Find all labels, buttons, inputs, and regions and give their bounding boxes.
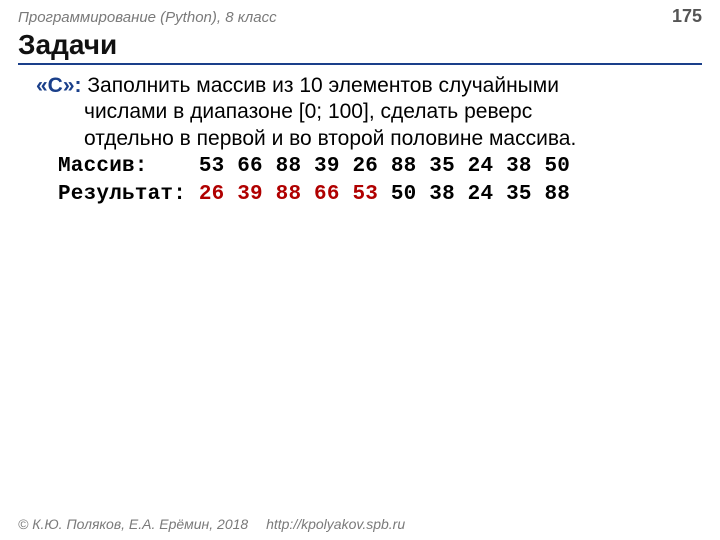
array-row: Массив: 53 66 88 39 26 88 35 24 38 50 [36, 154, 684, 180]
task-label: «C»: [36, 74, 82, 97]
task-line-2: числами в диапазоне [0; 100], сделать ре… [36, 99, 684, 125]
title-underline: Задачи [18, 29, 702, 65]
task-line-1: Заполнить массив из 10 элементов случайн… [82, 74, 559, 97]
task-line-3: отдельно в первой и во второй половине м… [36, 126, 684, 152]
page-number: 175 [672, 6, 702, 27]
array-values: 53 66 88 39 26 88 35 24 38 50 [199, 155, 570, 178]
page-title: Задачи [18, 29, 702, 61]
copyright: © К.Ю. Поляков, Е.А. Ерёмин, 2018 [18, 516, 248, 532]
content-area: «C»: Заполнить массив из 10 элементов сл… [0, 65, 720, 208]
footer-url: http://kpolyakov.spb.ru [266, 516, 405, 532]
result-rest-values: 50 38 24 35 88 [378, 183, 570, 206]
result-red-values: 26 39 88 66 53 [199, 183, 378, 206]
slide-footer: © К.Ю. Поляков, Е.А. Ерёмин, 2018 http:/… [18, 516, 405, 532]
task-block: «C»: Заполнить массив из 10 элементов сл… [36, 73, 684, 152]
slide-header: Программирование (Python), 8 класс 175 [0, 0, 720, 27]
course-name: Программирование (Python), 8 класс [18, 9, 277, 26]
array-label: Массив: [58, 155, 199, 178]
result-row: Результат: 26 39 88 66 53 50 38 24 35 88 [36, 182, 684, 208]
result-label: Результат: [58, 183, 199, 206]
